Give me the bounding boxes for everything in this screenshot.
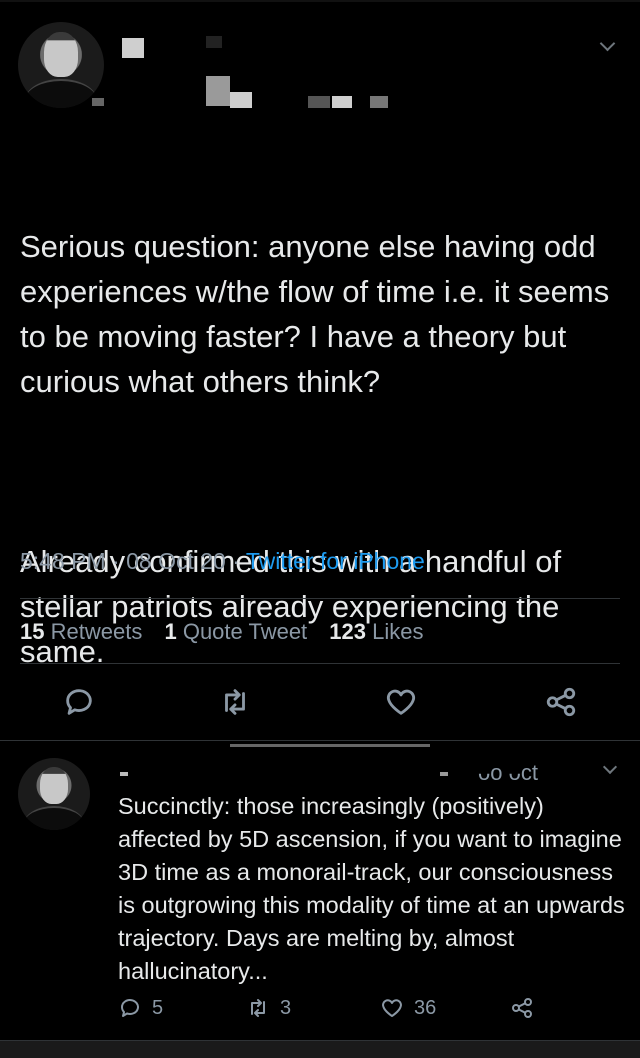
reply-reply-action[interactable]: 5 — [118, 996, 163, 1020]
reply-share-action[interactable] — [510, 996, 534, 1020]
reply-retweet-action[interactable]: 3 — [246, 996, 291, 1020]
avatar-shoulders — [23, 805, 85, 830]
like-icon[interactable] — [384, 685, 424, 725]
likes-label: Likes — [372, 619, 424, 644]
reply-icon — [121, 999, 139, 1017]
share-icon — [512, 998, 532, 1018]
reply-author-avatar[interactable] — [18, 758, 90, 830]
tweet-paragraph: Serious question: anyone else having odd… — [20, 229, 618, 399]
avatar-face — [43, 32, 79, 78]
redacted-name-smudge — [206, 36, 222, 48]
likes-count: 123 — [329, 619, 367, 644]
retweets-label: Retweets — [50, 619, 143, 644]
retweet-icon[interactable] — [218, 685, 258, 725]
reply-actions: 5 3 36 — [118, 996, 618, 1026]
tweet-meta: 5:48 PM · 08 Oct 20 · Twitter for iPhone — [20, 548, 425, 575]
quotes-count: 1 — [164, 619, 177, 644]
quotes-label: Quote Tweet — [182, 619, 308, 644]
like-count: 36 — [414, 996, 437, 1019]
redacted-reply-name — [120, 772, 128, 776]
redacted-name-block — [122, 38, 144, 58]
like-icon — [382, 999, 402, 1017]
avatar-shoulders — [24, 78, 98, 108]
meta-separator: · — [232, 548, 246, 574]
redacted-handle-block — [308, 96, 330, 108]
retweets-count: 15 — [20, 619, 45, 644]
retweet-count: 3 — [280, 996, 292, 1019]
quotes-stat[interactable]: 1 Quote Tweet — [164, 619, 307, 644]
reply-text: Succinctly: those increasingly (positive… — [118, 793, 625, 984]
redacted-handle-block — [206, 76, 230, 106]
tweet-date[interactable]: 08 Oct 20 — [126, 548, 226, 574]
redacted-handle-block — [370, 96, 388, 108]
tweet-time[interactable]: 5:48 PM — [20, 548, 106, 574]
redacted-smudge — [230, 744, 430, 747]
reply-like-action[interactable]: 36 — [380, 996, 436, 1020]
reply-date[interactable]: ᴗo ᴗct — [478, 760, 538, 786]
reply-count: 5 — [152, 996, 164, 1019]
reply-icon[interactable] — [62, 685, 102, 725]
bottom-bar — [0, 1040, 640, 1058]
share-icon[interactable] — [544, 685, 584, 725]
meta-separator: · — [112, 548, 127, 574]
retweets-stat[interactable]: 15 Retweets — [20, 619, 142, 644]
redacted-handle-block — [230, 92, 252, 108]
thread-separator — [0, 740, 640, 741]
retweet-icon — [251, 999, 265, 1017]
divider — [20, 663, 620, 664]
divider — [20, 598, 620, 599]
avatar-face — [39, 766, 69, 805]
redacted-handle-block — [332, 96, 352, 108]
tweet-source-link[interactable]: Twitter for iPhone — [246, 548, 425, 574]
author-avatar[interactable] — [18, 22, 104, 108]
redacted-reply-name — [440, 772, 448, 776]
redacted-handle-block — [92, 98, 104, 106]
likes-stat[interactable]: 123 Likes — [329, 619, 423, 644]
tweet-actions — [0, 685, 640, 725]
main-tweet: Serious question: anyone else having odd… — [0, 0, 640, 740]
more-options-chevron-icon[interactable] — [599, 35, 616, 52]
tweet-text: Serious question: anyone else having odd… — [20, 134, 620, 764]
tweet-stats: 15 Retweets 1 Quote Tweet 123 Likes — [20, 619, 424, 645]
